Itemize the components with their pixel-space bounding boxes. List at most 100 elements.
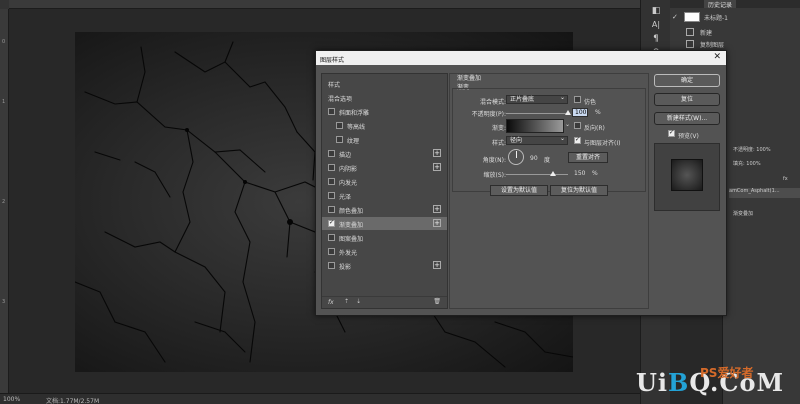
paragraph-icon[interactable]: ¶ xyxy=(650,34,662,46)
slider-thumb-icon[interactable] xyxy=(565,110,571,115)
style-checkbox[interactable] xyxy=(328,234,335,241)
blend-mode-select[interactable]: 正片叠底 xyxy=(506,94,568,104)
style-list-label: 投影 xyxy=(339,264,352,271)
angle-value[interactable]: 90 xyxy=(530,155,538,162)
add-effect-icon[interactable]: + xyxy=(433,219,441,227)
style-list-label: 渐变叠加 xyxy=(339,222,364,229)
set-default-button[interactable]: 设置为默认值 xyxy=(490,185,548,196)
new-style-button[interactable]: 新建样式(W)... xyxy=(654,112,720,125)
reset-default-button[interactable]: 复位为默认值 xyxy=(550,185,608,196)
preview-checkbox[interactable] xyxy=(668,129,675,137)
style-list-label: 内发光 xyxy=(339,180,358,187)
style-checkbox[interactable] xyxy=(328,164,335,171)
style-list-item[interactable]: 等高线 xyxy=(322,119,447,132)
style-list-item[interactable]: 描边 + xyxy=(322,147,447,160)
align-with-layer-label: 与图层对齐(I) xyxy=(584,140,621,147)
photoshop-window: 0 1 2 3 100% 文档:1.77M/2.57M ◧ A| ¶ 历史记录 … xyxy=(0,0,800,404)
style-checkbox[interactable] xyxy=(328,192,335,199)
reset-align-button[interactable]: 重置对齐 xyxy=(568,152,608,163)
slider-thumb-icon[interactable] xyxy=(549,171,556,176)
doc-info[interactable]: 文档:1.77M/2.57M xyxy=(46,396,99,404)
arrow-down-icon[interactable]: ⇣ xyxy=(356,298,361,305)
style-checkbox[interactable] xyxy=(328,262,335,269)
opacity-label: 不透明度(P): xyxy=(471,111,506,118)
angle-dial[interactable] xyxy=(508,149,524,165)
add-effect-icon[interactable]: + xyxy=(433,149,441,157)
style-list-item[interactable]: 图案叠加 xyxy=(322,231,447,244)
cancel-button[interactable]: 复位 xyxy=(654,93,720,106)
style-list-label: 外发光 xyxy=(339,250,358,257)
layer-name[interactable]: amCom_Asphalt(1... xyxy=(729,188,800,198)
style-list-item[interactable]: 内发光 xyxy=(322,175,447,188)
reverse-checkbox[interactable] xyxy=(574,122,581,129)
scale-value[interactable]: 150 xyxy=(574,170,585,177)
chevron-down-icon[interactable]: ⌄ xyxy=(565,121,570,128)
gradient-swatch[interactable] xyxy=(506,119,564,133)
style-list-item[interactable]: 内阴影 + xyxy=(322,161,447,174)
dither-checkbox[interactable] xyxy=(574,96,581,103)
style-checkbox[interactable] xyxy=(336,122,343,129)
style-list-item[interactable]: 外发光 xyxy=(322,245,447,258)
style-list-label: 描边 xyxy=(339,152,352,159)
ruler-tick: 0 xyxy=(2,39,6,45)
layer-opacity[interactable]: 不透明度: 100% xyxy=(733,146,800,156)
style-checkbox[interactable] xyxy=(336,136,343,143)
layer-fill[interactable]: 填充: 100% xyxy=(733,160,800,170)
layer-fx-badge[interactable]: fx xyxy=(783,176,800,186)
zoom-level[interactable]: 100% xyxy=(3,396,20,403)
ok-button[interactable]: 确定 xyxy=(654,74,720,87)
style-list-item[interactable]: 颜色叠加 + xyxy=(322,203,447,216)
preview-label: 预览(V) xyxy=(678,133,699,140)
dialog-titlebar: 图层样式 ✕ xyxy=(316,51,726,65)
fx-icon[interactable]: fx xyxy=(328,299,334,306)
ruler-tick: 3 xyxy=(2,299,6,305)
style-list-item[interactable]: 样式 xyxy=(322,77,447,90)
ruler-horizontal xyxy=(9,0,640,9)
add-effect-icon[interactable]: + xyxy=(433,261,441,269)
history-item-label: 复制图层 xyxy=(700,42,725,49)
dialog-title: 图层样式 xyxy=(320,57,345,64)
add-effect-icon[interactable]: + xyxy=(433,205,441,213)
angle-unit: 度 xyxy=(544,157,551,164)
history-icon[interactable]: ◧ xyxy=(650,6,662,18)
preview-swatch xyxy=(671,159,703,191)
ruler-tick: 1 xyxy=(2,99,6,105)
style-list-item[interactable]: 光泽 xyxy=(322,189,447,202)
style-list-label: 等高线 xyxy=(347,124,366,131)
layer-effect-gradient[interactable]: 渐变叠加 xyxy=(733,210,800,220)
site-watermark-cn: PS爱好者 xyxy=(700,366,754,380)
scale-slider[interactable] xyxy=(506,171,568,176)
history-item[interactable]: ✓ 未标题-1 xyxy=(670,10,800,24)
style-list-item[interactable]: 混合选项 xyxy=(322,91,447,104)
close-icon[interactable]: ✕ xyxy=(713,52,721,62)
style-list-label: 内阴影 xyxy=(339,166,358,173)
style-checkbox[interactable] xyxy=(328,206,335,213)
style-list-item[interactable]: 渐变叠加 + xyxy=(322,217,447,230)
gradient-style-select[interactable]: 径向 xyxy=(506,135,568,145)
style-list-item[interactable]: 纹理 xyxy=(322,133,447,146)
style-checkbox[interactable] xyxy=(328,219,335,227)
character-icon[interactable]: A| xyxy=(650,20,662,32)
style-list-label: 混合选项 xyxy=(328,96,353,103)
style-list-label: 图案叠加 xyxy=(339,236,364,243)
arrow-up-icon[interactable]: ⇡ xyxy=(344,298,349,305)
opacity-input[interactable]: 100 xyxy=(572,108,588,117)
style-checkbox[interactable] xyxy=(328,150,335,157)
style-list-item[interactable]: 投影 + xyxy=(322,259,447,272)
history-item[interactable]: 复制图层 xyxy=(670,37,800,51)
style-label: 样式: xyxy=(491,140,506,147)
style-checkbox[interactable] xyxy=(328,108,335,115)
style-checkbox[interactable] xyxy=(328,178,335,185)
layers-panel: 不透明度: 100% 填充: 100% fx amCom_Asphalt(1..… xyxy=(722,110,800,404)
trash-icon[interactable]: 🗑 xyxy=(433,298,441,305)
style-checkbox[interactable] xyxy=(328,248,335,255)
opacity-slider[interactable] xyxy=(506,110,571,115)
section-title: 渐变叠加 xyxy=(457,75,482,82)
style-list: fx ⇡ ⇣ 🗑 样式混合选项斜面和浮雕等高线纹理描边 + 内阴影 + 内发光光泽 颜色叠… xyxy=(321,73,448,309)
style-list-item[interactable]: 斜面和浮雕 xyxy=(322,105,447,118)
check-icon: ✓ xyxy=(672,13,678,21)
ruler-tick: 2 xyxy=(2,199,6,205)
style-list-label: 纹理 xyxy=(347,138,360,145)
add-effect-icon[interactable]: + xyxy=(433,163,441,171)
align-with-layer-checkbox[interactable] xyxy=(574,136,581,144)
